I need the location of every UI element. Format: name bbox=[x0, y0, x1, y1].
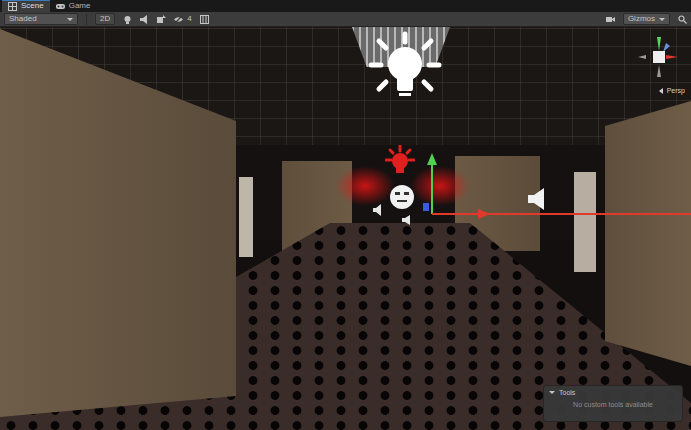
separator bbox=[86, 14, 87, 25]
tab-label[interactable]: Scene bbox=[21, 2, 44, 10]
tab-label[interactable]: Game bbox=[69, 2, 91, 10]
mode-2d-button[interactable]: 2D bbox=[95, 13, 115, 25]
toolbar-right: Gizmos bbox=[606, 13, 687, 25]
tools-title: Tools bbox=[559, 389, 575, 397]
x-axis-handle[interactable] bbox=[432, 213, 691, 215]
light-bulb-icon[interactable] bbox=[357, 31, 453, 111]
y-axis-handle[interactable] bbox=[431, 162, 433, 214]
scene-visibility-toggle[interactable]: 4 bbox=[174, 15, 191, 24]
search-icon[interactable] bbox=[678, 15, 687, 24]
tools-header[interactable]: Tools bbox=[549, 389, 677, 397]
gizmos-dropdown[interactable]: Gizmos bbox=[623, 13, 670, 25]
scene-toolbar: Shaded 2D 4 Gizmos bbox=[0, 12, 691, 27]
scene-window: Scene Game Shaded 2D 4 Gizmos bbox=[0, 0, 691, 430]
caret-icon bbox=[67, 18, 73, 21]
grid-icon[interactable] bbox=[200, 15, 209, 24]
audio-source-icon[interactable] bbox=[372, 204, 382, 216]
scene-viewport[interactable]: Persp Tools No custom tools available bbox=[0, 27, 691, 430]
tools-overlay: Tools No custom tools available bbox=[543, 385, 683, 422]
red-light-glow bbox=[410, 166, 470, 206]
visibility-count: 4 bbox=[187, 15, 191, 23]
scene-icon[interactable] bbox=[8, 2, 17, 11]
red-light-glow bbox=[335, 166, 395, 206]
projection-label[interactable]: Persp bbox=[667, 87, 685, 94]
caret-icon bbox=[659, 18, 665, 21]
view-tab[interactable]: Game bbox=[50, 0, 97, 12]
x-arrow-icon[interactable] bbox=[478, 209, 490, 219]
door-left bbox=[239, 177, 253, 257]
y-arrow-icon[interactable] bbox=[427, 153, 437, 165]
tab-bar: Scene Game bbox=[0, 0, 691, 12]
object-gizmo-icon[interactable] bbox=[389, 184, 415, 210]
effects-icon[interactable] bbox=[157, 15, 166, 24]
left-arrow-icon bbox=[659, 88, 663, 94]
audio-icon[interactable] bbox=[140, 15, 149, 24]
tools-message: No custom tools available bbox=[549, 401, 677, 409]
wall-right bbox=[600, 97, 691, 372]
collapse-caret-icon[interactable] bbox=[549, 391, 555, 394]
red-light-icon[interactable] bbox=[385, 145, 415, 175]
lighting-icon[interactable] bbox=[123, 15, 132, 24]
gamepad-icon[interactable] bbox=[56, 2, 65, 11]
view-tab[interactable]: Scene bbox=[2, 0, 50, 12]
audio-source-icon[interactable] bbox=[402, 215, 410, 225]
projection-toggle[interactable]: Persp bbox=[659, 87, 685, 94]
draw-mode-label[interactable]: Shaded bbox=[9, 15, 37, 23]
audio-source-icon[interactable] bbox=[526, 187, 548, 211]
gizmos-label[interactable]: Gizmos bbox=[628, 15, 655, 23]
z-axis-icon[interactable] bbox=[423, 203, 429, 211]
hidden-eye-icon[interactable] bbox=[174, 15, 183, 24]
camera-icon[interactable] bbox=[606, 15, 615, 24]
draw-mode-dropdown[interactable]: Shaded bbox=[4, 13, 78, 25]
orientation-gizmo-icon[interactable] bbox=[636, 35, 680, 81]
door-right bbox=[574, 172, 596, 272]
